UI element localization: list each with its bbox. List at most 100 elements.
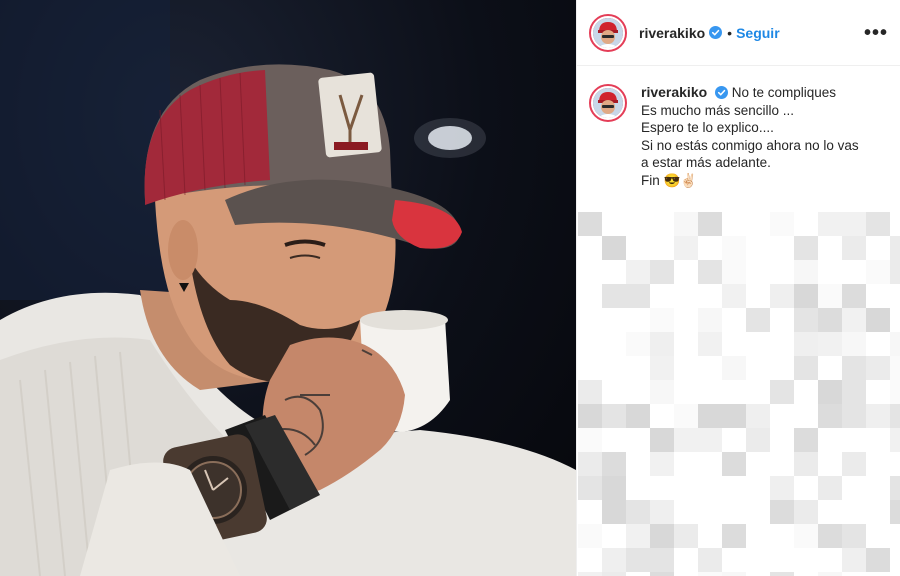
more-options-icon[interactable]: ••• — [864, 23, 888, 43]
pixel-cell — [674, 428, 698, 452]
pixel-cell — [770, 212, 794, 236]
pixel-cell — [602, 284, 626, 308]
pixel-cell — [674, 500, 698, 524]
pixel-cell — [818, 356, 842, 380]
pixel-cell — [794, 260, 818, 284]
pixel-cell — [650, 476, 674, 500]
pixel-cell — [626, 572, 650, 576]
post-photo[interactable] — [0, 0, 576, 576]
post-header: riverakiko • Seguir ••• — [577, 0, 900, 66]
author-avatar[interactable] — [589, 13, 627, 52]
pixel-cell — [626, 332, 650, 356]
pixel-cell — [626, 260, 650, 284]
caption-line-text: No te compliques — [731, 85, 837, 100]
pixel-cell — [722, 572, 746, 576]
avatar-image — [593, 17, 623, 48]
pixel-cell — [842, 212, 866, 236]
pixel-cell — [746, 356, 770, 380]
pixel-cell — [650, 236, 674, 260]
pixel-cell — [722, 212, 746, 236]
caption-username[interactable]: riverakiko — [641, 84, 707, 100]
pixel-cell — [578, 332, 602, 356]
pixel-cell — [794, 452, 818, 476]
pixel-cell — [698, 212, 722, 236]
pixel-cell — [578, 572, 602, 576]
pixel-cell — [866, 500, 890, 524]
pixel-cell — [890, 308, 900, 332]
author-username[interactable]: riverakiko — [639, 25, 705, 41]
pixel-cell — [626, 452, 650, 476]
pixel-cell — [602, 548, 626, 572]
pixel-cell — [890, 380, 900, 404]
caption-text: riverakiko No te compliques Es mucho más… — [641, 84, 859, 189]
pixel-cell — [866, 428, 890, 452]
pixel-cell — [890, 548, 900, 572]
pixel-cell — [866, 380, 890, 404]
follow-button[interactable]: Seguir — [736, 25, 780, 41]
pixel-cell — [746, 524, 770, 548]
pixel-cell — [770, 236, 794, 260]
pixel-cell — [698, 548, 722, 572]
pixel-cell — [866, 572, 890, 576]
pixel-cell — [602, 236, 626, 260]
pixel-cell — [842, 284, 866, 308]
pixel-cell — [698, 428, 722, 452]
pixel-cell — [722, 236, 746, 260]
pixel-cell — [746, 212, 770, 236]
pixel-cell — [794, 308, 818, 332]
pixel-cell — [842, 476, 866, 500]
pixel-cell — [890, 356, 900, 380]
pixel-cell — [770, 428, 794, 452]
pixel-cell — [818, 572, 842, 576]
pixel-cell — [722, 428, 746, 452]
pixel-cell — [674, 572, 698, 576]
pixel-cell — [722, 380, 746, 404]
pixel-cell — [794, 212, 818, 236]
pixel-cell — [578, 308, 602, 332]
pixel-cell — [770, 260, 794, 284]
pixel-cell — [842, 452, 866, 476]
avatar-image — [593, 88, 623, 118]
pixel-cell — [626, 500, 650, 524]
pixel-cell — [674, 380, 698, 404]
pixel-cell — [698, 356, 722, 380]
pixel-cell — [578, 428, 602, 452]
pixel-cell — [842, 260, 866, 284]
pixel-cell — [866, 548, 890, 572]
pixel-cell — [770, 308, 794, 332]
caption-first-line: riverakiko No te compliques — [641, 84, 859, 102]
pixel-cell — [650, 548, 674, 572]
pixel-cell — [842, 236, 866, 260]
pixel-cell — [890, 476, 900, 500]
pixel-cell — [770, 548, 794, 572]
pixel-cell — [746, 404, 770, 428]
pixel-cell — [794, 236, 818, 260]
pixel-cell — [818, 500, 842, 524]
caption-author-avatar[interactable] — [589, 84, 627, 122]
pixel-cell — [674, 332, 698, 356]
pixel-cell — [890, 260, 900, 284]
separator-dot: • — [727, 24, 733, 41]
pixel-cell — [698, 452, 722, 476]
pixel-cell — [578, 212, 602, 236]
pixel-cell — [866, 404, 890, 428]
pixel-cell — [866, 212, 890, 236]
pixel-cell — [842, 524, 866, 548]
pixel-cell — [746, 428, 770, 452]
pixel-cell — [818, 212, 842, 236]
pixel-cell — [674, 476, 698, 500]
pixel-cell — [722, 284, 746, 308]
pixel-cell — [626, 236, 650, 260]
pixel-cell — [794, 572, 818, 576]
pixel-cell — [866, 236, 890, 260]
pixelated-comments-area — [576, 212, 900, 576]
pixel-cell — [842, 500, 866, 524]
pixel-cell — [602, 572, 626, 576]
pixel-cell — [602, 428, 626, 452]
pixel-cell — [722, 332, 746, 356]
pixel-cell — [722, 548, 746, 572]
pixel-cell — [866, 332, 890, 356]
pixel-cell — [866, 476, 890, 500]
pixel-cell — [770, 452, 794, 476]
caption-line: Es mucho más sencillo ... — [641, 102, 795, 118]
